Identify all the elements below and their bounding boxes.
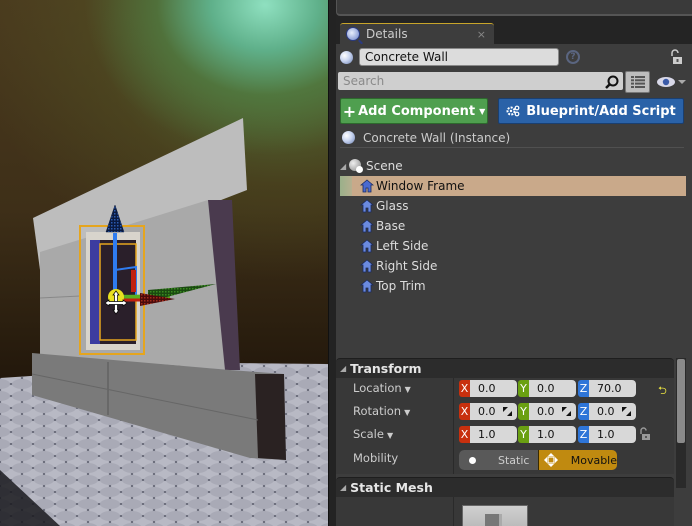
static-mesh-icon xyxy=(360,259,374,273)
spin-arrows-icon xyxy=(562,407,571,416)
actor-sphere-icon xyxy=(340,51,353,64)
transform-properties: Location ▼ X 0.0 Y 0.0 Z 70.0 ⮌ Rotation ▼ X0… xyxy=(336,378,674,474)
scale-z-field[interactable]: Z 1.0 xyxy=(578,426,636,443)
transform-section-header[interactable]: ◢ Transform xyxy=(336,358,674,378)
visibility-eye-icon[interactable] xyxy=(656,75,688,89)
static-mesh-thumbnail[interactable] xyxy=(462,505,528,526)
reset-to-default-icon[interactable]: ⮌ xyxy=(658,382,667,401)
blueprint-label: Blueprint/Add Script xyxy=(526,103,676,119)
rotation-x-field[interactable]: X 0.0 xyxy=(459,403,517,420)
tree-item-right-side[interactable]: Right Side xyxy=(340,256,686,276)
location-label[interactable]: Location ▼ xyxy=(353,381,411,395)
static-mesh-title: Static Mesh xyxy=(350,480,433,495)
actor-instance-sphere-icon xyxy=(342,131,355,144)
location-row: Location ▼ X 0.0 Y 0.0 Z 70.0 ⮌ xyxy=(336,378,674,401)
blueprint-add-script-button[interactable]: Blueprint/Add Script xyxy=(498,98,684,124)
scale-label[interactable]: Scale ▼ xyxy=(353,427,393,441)
add-component-button[interactable]: + Add Component ▼ xyxy=(340,98,488,124)
unlock-icon[interactable] xyxy=(669,49,683,65)
list-icon xyxy=(630,76,645,88)
expand-triangle-icon[interactable]: ◢ xyxy=(340,162,348,171)
tree-item-glass[interactable]: Glass xyxy=(340,196,686,216)
close-tab-icon[interactable]: × xyxy=(477,28,486,41)
static-mesh-section-header[interactable]: ◢ Static Mesh xyxy=(336,477,674,497)
location-z-field[interactable]: Z 70.0 xyxy=(578,380,636,397)
scale-row: Scale ▼ X 1.0 Y 1.0 Z 1.0 xyxy=(336,424,674,447)
tree-item-label: Base xyxy=(376,219,406,233)
static-mesh-icon xyxy=(360,279,374,293)
tree-item-label: Right Side xyxy=(376,259,438,273)
scale-y-field[interactable]: Y 1.0 xyxy=(518,426,576,443)
static-mesh-icon xyxy=(360,179,374,193)
actor-instance-label: Concrete Wall (Instance) xyxy=(363,130,511,145)
scene-component-icon xyxy=(348,159,364,173)
static-dot-icon xyxy=(469,456,476,464)
actor-name-row: ? xyxy=(336,46,692,68)
plus-icon: + xyxy=(342,101,357,121)
spin-arrows-icon xyxy=(622,407,631,416)
component-tree: ◢ Scene Window Frame Glass Base Left Sid… xyxy=(340,156,686,346)
mobility-movable-label: Movable xyxy=(570,453,617,467)
rotation-y-field[interactable]: Y 0.0 xyxy=(518,403,576,420)
tree-item-left-side[interactable]: Left Side xyxy=(340,236,686,256)
tree-item-window-frame[interactable]: Window Frame xyxy=(340,176,686,196)
viewport-scene xyxy=(0,118,328,526)
details-panel-container: Details × ? xyxy=(336,0,692,526)
tab-details[interactable]: Details × xyxy=(340,23,494,44)
tree-item-base[interactable]: Base xyxy=(340,216,686,236)
scale-x-field[interactable]: X 1.0 xyxy=(459,426,517,443)
mobility-row: Mobility Static Movable xyxy=(336,448,674,471)
tree-item-label: Scene xyxy=(366,159,403,173)
location-y-field[interactable]: Y 0.0 xyxy=(518,380,576,397)
level-viewport[interactable] xyxy=(0,0,328,526)
scrollbar-thumb[interactable] xyxy=(677,359,685,443)
upper-panel-edge xyxy=(336,0,692,16)
tree-item-label: Left Side xyxy=(376,239,429,253)
list-view-button[interactable] xyxy=(625,71,650,93)
details-panel: ? xyxy=(336,44,692,526)
mobility-movable-option[interactable]: Movable xyxy=(537,450,617,470)
scale-lock-icon[interactable] xyxy=(639,427,651,441)
static-mesh-icon xyxy=(360,219,374,233)
search-row xyxy=(336,70,692,94)
tree-item-top-trim[interactable]: Top Trim xyxy=(340,276,686,296)
actor-instance-row[interactable]: Concrete Wall (Instance) xyxy=(340,130,684,148)
static-mesh-properties xyxy=(336,497,674,526)
static-mesh-icon xyxy=(360,239,374,253)
collapse-triangle-icon[interactable]: ◢ xyxy=(340,364,346,373)
rotation-label[interactable]: Rotation ▼ xyxy=(353,404,410,418)
chevron-down-icon: ▼ xyxy=(479,106,486,116)
static-mesh-icon xyxy=(360,199,374,213)
spin-arrows-icon xyxy=(503,407,512,416)
search-input[interactable] xyxy=(338,72,623,90)
collapse-triangle-icon[interactable]: ◢ xyxy=(340,483,346,492)
location-x-field[interactable]: X 0.0 xyxy=(459,380,517,397)
mobility-static-option[interactable]: Static xyxy=(459,450,538,470)
tree-item-label: Glass xyxy=(376,199,409,213)
gears-icon xyxy=(506,105,520,117)
mobility-toggle: Static Movable xyxy=(459,450,617,470)
tree-item-label: Top Trim xyxy=(376,279,426,293)
rotation-z-field[interactable]: Z 0.0 xyxy=(578,403,636,420)
search-icon[interactable] xyxy=(604,74,620,90)
add-component-label: Add Component xyxy=(358,103,476,119)
help-icon[interactable]: ? xyxy=(566,50,580,64)
tab-details-label: Details xyxy=(366,27,408,41)
details-icon xyxy=(346,27,360,41)
rotation-row: Rotation ▼ X 0.0 Y 0.0 Z 0.0 xyxy=(336,401,674,424)
movable-arrows-icon xyxy=(543,453,558,467)
mobility-static-label: Static xyxy=(498,453,530,467)
tree-item-scene[interactable]: ◢ Scene xyxy=(340,156,686,176)
panel-splitter[interactable] xyxy=(328,0,336,526)
tree-item-label: Window Frame xyxy=(376,179,465,193)
actor-name-input[interactable] xyxy=(359,48,559,66)
mobility-label: Mobility xyxy=(353,451,399,465)
transform-title: Transform xyxy=(350,361,422,376)
